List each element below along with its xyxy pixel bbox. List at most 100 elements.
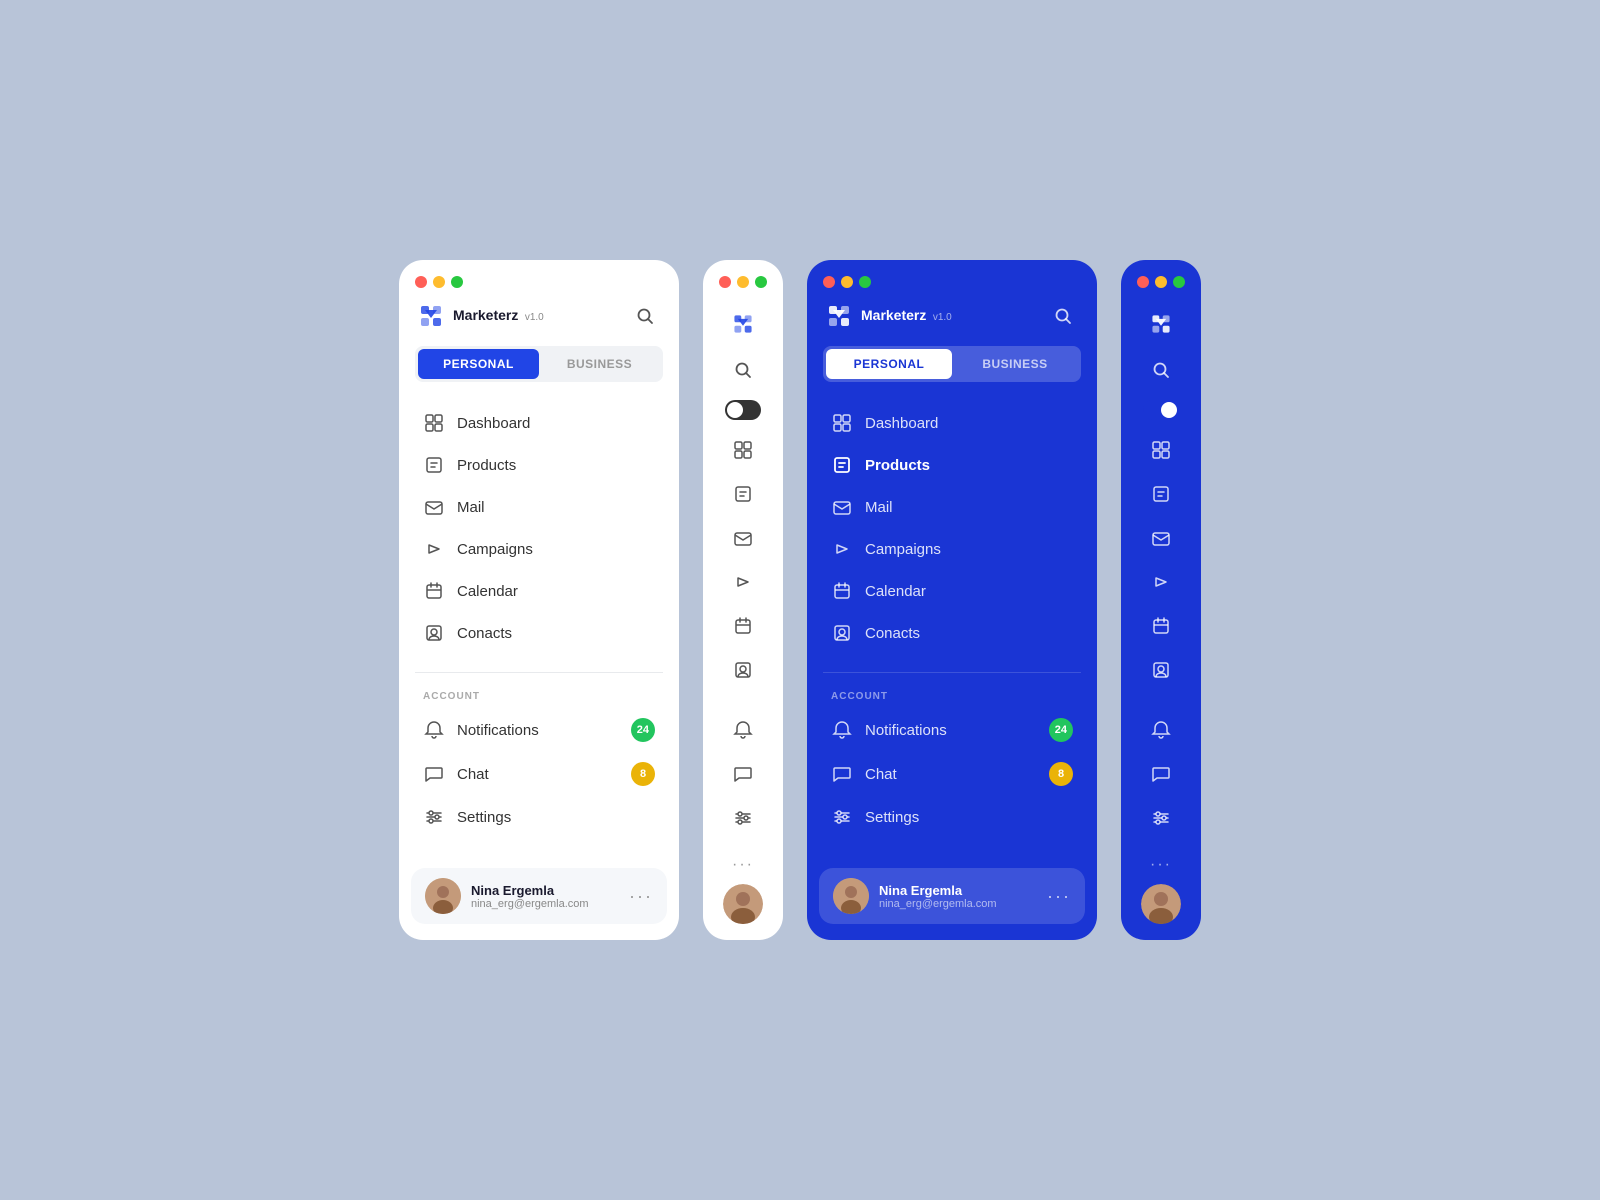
narrow-brand-white	[703, 300, 783, 348]
narrow-dashboard-white[interactable]	[703, 428, 783, 472]
narrow-settings-blue[interactable]	[1121, 796, 1201, 840]
products-icon-blue	[831, 454, 853, 476]
mail-label-white: Mail	[457, 499, 485, 516]
narrow-chat-blue[interactable]	[1121, 752, 1201, 796]
account-label-white: ACCOUNT	[399, 683, 679, 708]
narrow-more-blue[interactable]: ···	[1150, 856, 1172, 874]
user-more-blue[interactable]: ···	[1047, 886, 1071, 907]
settings-icon-white	[423, 806, 445, 828]
notifications-badge-blue: 24	[1049, 718, 1073, 742]
nav-calendar-white[interactable]: Calendar	[411, 570, 667, 612]
narrow-calendar-white[interactable]	[703, 604, 783, 648]
narrow-mail-white[interactable]	[703, 516, 783, 560]
contacts-icon-white	[423, 622, 445, 644]
narrow-search-blue[interactable]	[1121, 348, 1201, 392]
mail-icon-white	[423, 496, 445, 518]
narrow-products-blue[interactable]	[1121, 472, 1201, 516]
business-toggle-white[interactable]: BUSINESS	[539, 349, 660, 379]
account-toggle-white[interactable]: PERSONAL BUSINESS	[415, 346, 663, 382]
nav-campaigns-white[interactable]: Campaigns	[411, 528, 667, 570]
dot-green	[451, 276, 463, 288]
nav-mail-blue[interactable]: Mail	[819, 486, 1085, 528]
nav-products-blue[interactable]: Products	[819, 444, 1085, 486]
nav-notifications-blue[interactable]: Notifications 24	[819, 708, 1085, 752]
narrow-logo-icon-blue	[1149, 312, 1173, 336]
traffic-lights-narrow-blue	[1121, 260, 1201, 300]
mini-toggle-blue[interactable]	[1143, 400, 1179, 420]
narrow-notifications-white[interactable]	[703, 708, 783, 752]
narrow-user-footer-blue: ···	[1141, 844, 1181, 940]
narrow-chat-white[interactable]	[703, 752, 783, 796]
narrow-toggle-white[interactable]	[725, 392, 761, 428]
dot-red-nb	[1137, 276, 1149, 288]
nav-dashboard-blue[interactable]: Dashboard	[819, 402, 1085, 444]
search-icon-narrow-white	[733, 360, 753, 380]
narrow-avatar-blue[interactable]	[1141, 884, 1181, 924]
chat-icon-narrow-white	[733, 764, 753, 784]
nav-products-white[interactable]: Products	[411, 444, 667, 486]
traffic-lights-narrow-white	[703, 260, 783, 300]
campaigns-icon-narrow-white	[733, 572, 753, 592]
nav-settings-white[interactable]: Settings	[411, 796, 667, 838]
narrow-dashboard-blue[interactable]	[1121, 428, 1201, 472]
user-footer-blue[interactable]: Nina Ergemla nina_erg@ergemla.com ···	[819, 868, 1085, 924]
narrow-contacts-white[interactable]	[703, 648, 783, 692]
dashboard-label-blue: Dashboard	[865, 415, 938, 432]
settings-icon-narrow-blue	[1151, 808, 1171, 828]
narrow-campaigns-blue[interactable]	[1121, 560, 1201, 604]
narrow-logo-icon-white	[731, 312, 755, 336]
mail-icon-blue	[831, 496, 853, 518]
campaigns-icon-blue	[831, 538, 853, 560]
search-button-white[interactable]	[629, 300, 661, 332]
narrow-settings-white[interactable]	[703, 796, 783, 840]
avatar-white	[425, 878, 461, 914]
narrow-more-white[interactable]: ···	[732, 856, 754, 874]
products-label-white: Products	[457, 457, 516, 474]
narrow-notifications-blue[interactable]	[1121, 708, 1201, 752]
narrow-products-white[interactable]	[703, 472, 783, 516]
panel-narrow-white: ···	[703, 260, 783, 940]
notifications-icon-white	[423, 719, 445, 741]
nav-contacts-white[interactable]: Conacts	[411, 612, 667, 654]
settings-label-blue: Settings	[865, 809, 919, 826]
user-footer-white[interactable]: Nina Ergemla nina_erg@ergemla.com ···	[411, 868, 667, 924]
nav-settings-blue[interactable]: Settings	[819, 796, 1085, 838]
settings-label-white: Settings	[457, 809, 511, 826]
nav-chat-white[interactable]: Chat 8	[411, 752, 667, 796]
nav-notifications-white[interactable]: Notifications 24	[411, 708, 667, 752]
personal-toggle-blue[interactable]: PERSONAL	[826, 349, 952, 379]
calendar-icon-blue	[831, 580, 853, 602]
narrow-search-white[interactable]	[703, 348, 783, 392]
brand-white: Marketerz v1.0	[417, 302, 544, 330]
nav-contacts-blue[interactable]: Conacts	[819, 612, 1085, 654]
narrow-toggle-blue[interactable]	[1143, 392, 1179, 428]
contacts-icon-narrow-blue	[1151, 660, 1171, 680]
mini-toggle-white[interactable]	[725, 400, 761, 420]
products-icon-narrow-blue	[1151, 484, 1171, 504]
calendar-label-white: Calendar	[457, 583, 518, 600]
campaigns-label-white: Campaigns	[457, 541, 533, 558]
dot-red	[415, 276, 427, 288]
search-button-blue[interactable]	[1047, 300, 1079, 332]
nav-calendar-blue[interactable]: Calendar	[819, 570, 1085, 612]
nav-chat-blue[interactable]: Chat 8	[819, 752, 1085, 796]
nav-campaigns-blue[interactable]: Campaigns	[819, 528, 1085, 570]
user-name-blue: Nina Ergemla	[879, 883, 1037, 898]
nav-dashboard-white[interactable]: Dashboard	[411, 402, 667, 444]
account-nav-blue: Notifications 24 Chat 8	[807, 708, 1097, 838]
narrow-mail-blue[interactable]	[1121, 516, 1201, 560]
account-toggle-blue[interactable]: PERSONAL BUSINESS	[823, 346, 1081, 382]
nav-mail-white[interactable]: Mail	[411, 486, 667, 528]
narrow-avatar-white[interactable]	[723, 884, 763, 924]
narrow-calendar-blue[interactable]	[1121, 604, 1201, 648]
account-nav-white: Notifications 24 Chat 8	[399, 708, 679, 838]
business-toggle-blue[interactable]: BUSINESS	[952, 349, 1078, 379]
dot-yellow-bw	[841, 276, 853, 288]
narrow-contacts-blue[interactable]	[1121, 648, 1201, 692]
personal-toggle-white[interactable]: PERSONAL	[418, 349, 539, 379]
user-more-white[interactable]: ···	[629, 886, 653, 907]
narrow-campaigns-white[interactable]	[703, 560, 783, 604]
chat-icon-blue	[831, 763, 853, 785]
calendar-icon-narrow-white	[733, 616, 753, 636]
narrow-brand-blue	[1121, 300, 1201, 348]
